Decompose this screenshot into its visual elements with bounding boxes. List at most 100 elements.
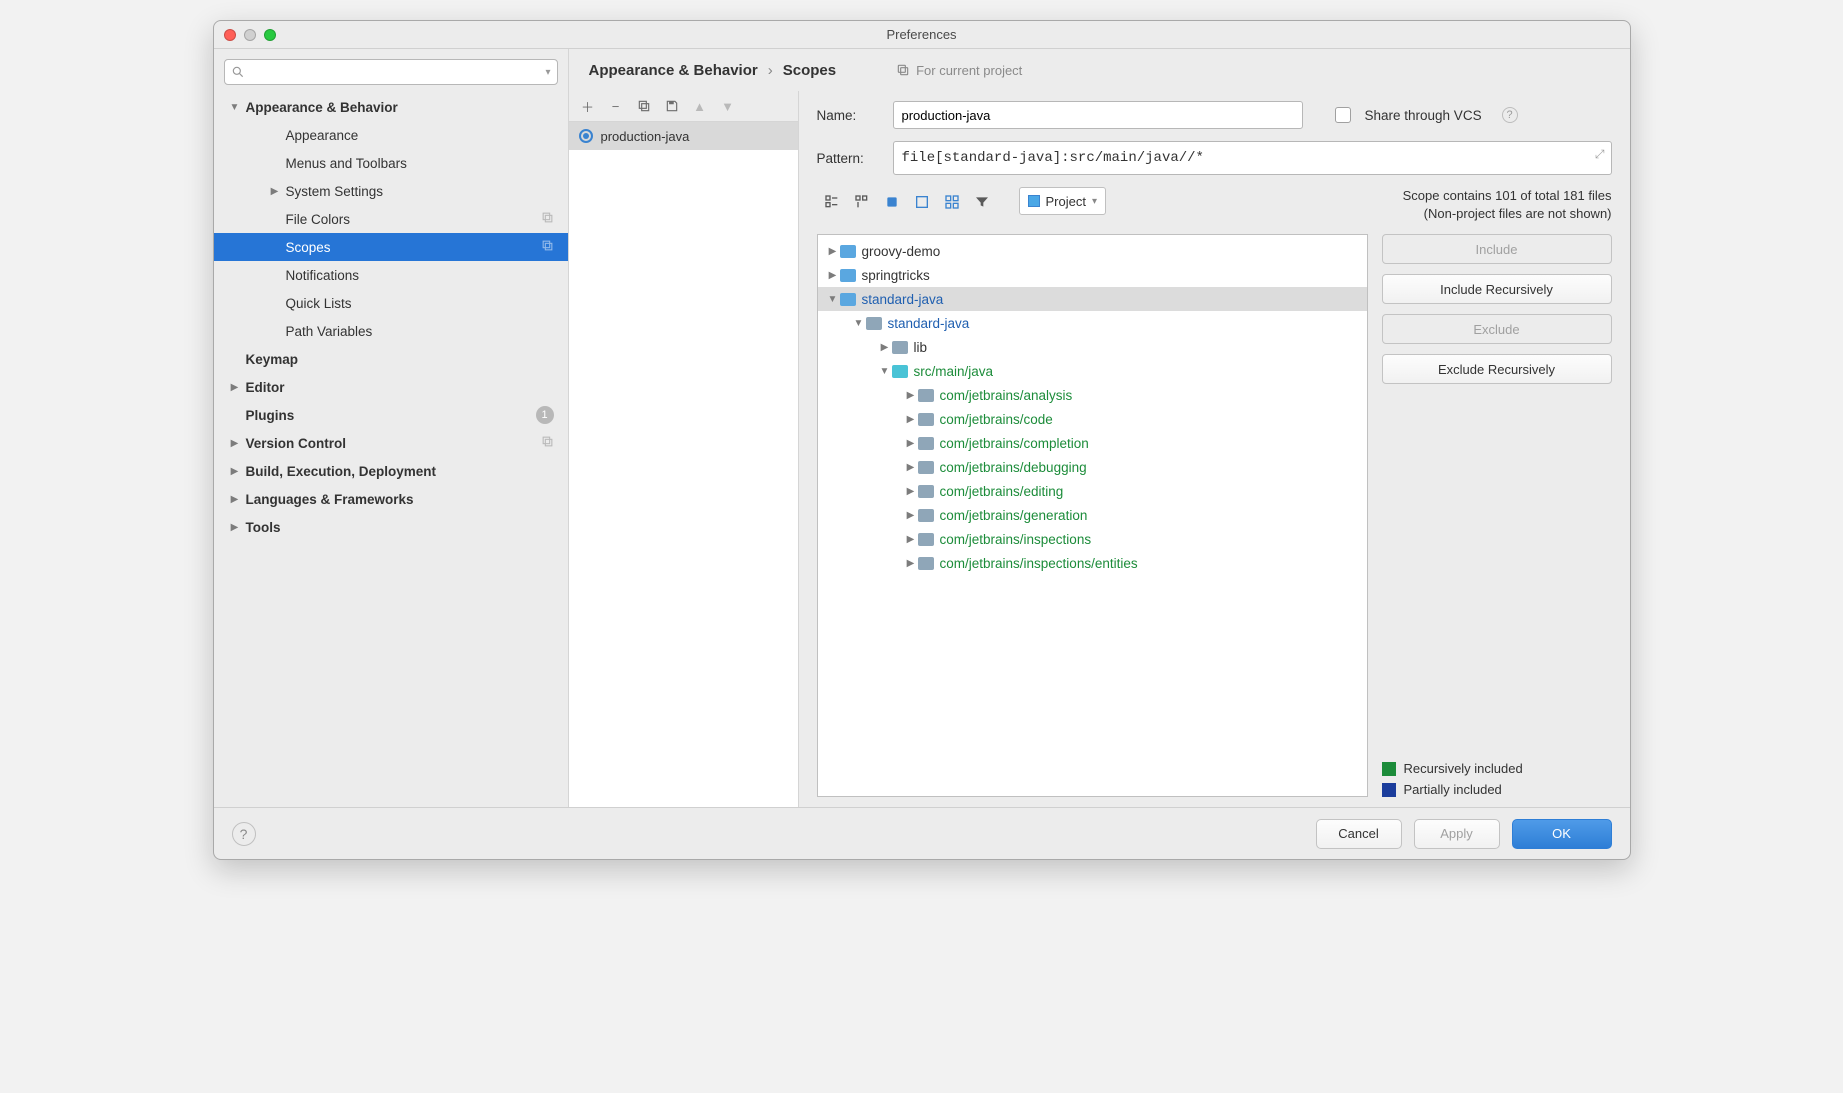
scope-item[interactable]: production-java	[569, 122, 798, 150]
tree-arrow-icon: ▶	[904, 414, 918, 425]
sidebar-item-notifications[interactable]: Notifications	[214, 261, 568, 289]
move-down-button: ▼	[719, 97, 737, 115]
legend-recursive: Recursively included	[1404, 761, 1523, 776]
file-tree-item[interactable]: ▶com/jetbrains/inspections	[818, 527, 1367, 551]
tree-arrow-icon: ▶	[230, 466, 240, 477]
sidebar-item-scopes[interactable]: Scopes	[214, 233, 568, 261]
minimize-icon[interactable]	[244, 29, 256, 41]
copy-button[interactable]	[635, 97, 653, 115]
expand-icon[interactable]: ⤢	[1595, 148, 1605, 162]
include-recursively-button[interactable]: Include Recursively	[1382, 274, 1612, 304]
file-tree-label: com/jetbrains/editing	[940, 484, 1064, 499]
name-input[interactable]	[893, 101, 1303, 129]
sidebar-item-label: System Settings	[286, 184, 384, 199]
sidebar-item-label: Notifications	[286, 268, 360, 283]
sidebar-item-plugins[interactable]: Plugins1	[214, 401, 568, 429]
search-field[interactable]	[249, 65, 546, 80]
file-tree-item[interactable]: ▶com/jetbrains/generation	[818, 503, 1367, 527]
file-tree-item[interactable]: ▶com/jetbrains/editing	[818, 479, 1367, 503]
search-icon	[231, 65, 245, 79]
add-button[interactable]: ＋	[579, 97, 597, 115]
file-tree-label: com/jetbrains/code	[940, 412, 1053, 427]
badge: 1	[536, 406, 554, 424]
sidebar-item-keymap[interactable]: Keymap	[214, 345, 568, 373]
expand-all-button[interactable]	[937, 187, 967, 217]
sidebar-item-appearance[interactable]: Appearance	[214, 121, 568, 149]
folder-icon	[918, 533, 934, 546]
scope-info-line2: (Non-project files are not shown)	[1403, 205, 1612, 223]
tree-arrow-icon: ▶	[230, 522, 240, 533]
legend-partial: Partially included	[1404, 782, 1502, 797]
file-tree-item[interactable]: ▶ com/jetbrains/code	[818, 407, 1367, 431]
dropdown-label: Project	[1046, 194, 1086, 209]
file-tree-label: standard-java	[862, 292, 944, 307]
sidebar-item-quick-lists[interactable]: Quick Lists	[214, 289, 568, 317]
folder-icon	[918, 557, 934, 570]
sidebar-item-path-variables[interactable]: Path Variables	[214, 317, 568, 345]
file-tree-item[interactable]: ▼src/main/java	[818, 359, 1367, 383]
file-tree-item[interactable]: ▼standard-java	[818, 311, 1367, 335]
sidebar-item-languages-frameworks[interactable]: ▶ Languages & Frameworks	[214, 485, 568, 513]
scopes-panel: ＋ − ▲ ▼ production	[569, 91, 799, 807]
tree-arrow-icon: ▶	[826, 270, 840, 281]
file-tree-item[interactable]: ▶com/jetbrains/inspections/entities	[818, 551, 1367, 575]
sidebar-item-appearance-behavior[interactable]: ▼Appearance & Behavior	[214, 93, 568, 121]
file-tree-item[interactable]: ▶groovy-demo	[818, 239, 1367, 263]
folder-icon	[866, 317, 882, 330]
help-icon[interactable]: ?	[1502, 107, 1518, 123]
file-tree-item[interactable]: ▼standard-java	[818, 287, 1367, 311]
save-button[interactable]	[663, 97, 681, 115]
scope-list: production-java	[569, 121, 798, 807]
exclude-recursively-button[interactable]: Exclude Recursively	[1382, 354, 1612, 384]
sidebar-item-label: Languages & Frameworks	[246, 492, 414, 507]
chevron-down-icon: ▾	[1092, 196, 1097, 207]
file-tree-item[interactable]: ▶lib	[818, 335, 1367, 359]
folder-icon	[918, 509, 934, 522]
file-tree-item[interactable]: ▶ springtricks	[818, 263, 1367, 287]
zoom-icon[interactable]	[264, 29, 276, 41]
ok-button[interactable]: OK	[1512, 819, 1612, 849]
dialog-footer: ? Cancel Apply OK	[214, 807, 1630, 859]
group-button[interactable]	[877, 187, 907, 217]
share-vcs-checkbox[interactable]	[1335, 107, 1351, 123]
sidebar-item-build-execution-deployment[interactable]: ▶Build, Execution, Deployment	[214, 457, 568, 485]
breadcrumb-root: Appearance & Behavior	[589, 62, 758, 79]
file-tree[interactable]: ▶groovy-demo▶springtricks▼standard-java▼…	[817, 234, 1368, 797]
tree-arrow-icon: ▶	[904, 438, 918, 449]
file-tree-item[interactable]: ▶com/jetbrains/debugging	[818, 455, 1367, 479]
tree-arrow-icon: ▶	[230, 438, 240, 449]
filter-button[interactable]	[967, 187, 997, 217]
bracket-icon	[914, 194, 930, 210]
sidebar-item-file-colors[interactable]: File Colors	[214, 205, 568, 233]
sidebar-item-version-control[interactable]: ▶Version Control	[214, 429, 568, 457]
legend-swatch-blue	[1382, 783, 1396, 797]
scope-item-label: production-java	[601, 129, 690, 144]
file-tree-label: springtricks	[862, 268, 930, 283]
scope-note-text: For current project	[916, 63, 1022, 78]
folder-icon	[918, 389, 934, 402]
remove-button[interactable]: −	[607, 97, 625, 115]
cancel-button[interactable]: Cancel	[1316, 819, 1402, 849]
show-files-button[interactable]	[817, 187, 847, 217]
scope-dropdown[interactable]: Project ▾	[1019, 187, 1107, 215]
tree-arrow-icon: ▶	[230, 494, 240, 505]
show-modules-button[interactable]	[907, 187, 937, 217]
close-icon[interactable]	[224, 29, 236, 41]
pattern-input[interactable]: file[standard-java]:src/main/java//* ⤢	[893, 141, 1612, 175]
search-input[interactable]: ▾	[224, 59, 558, 85]
compact-packages-button[interactable]	[847, 187, 877, 217]
filter-icon	[974, 194, 990, 210]
name-label: Name:	[817, 108, 879, 123]
chevron-down-icon: ▾	[545, 67, 550, 78]
file-tree-item[interactable]: ▶com/jetbrains/completion	[818, 431, 1367, 455]
file-tree-label: groovy-demo	[862, 244, 941, 259]
sidebar-item-tools[interactable]: ▶Tools	[214, 513, 568, 541]
help-button[interactable]: ?	[232, 822, 256, 846]
settings-sidebar: ▾ ▼Appearance & BehaviorAppearanceMenus …	[214, 49, 569, 807]
file-tree-item[interactable]: ▶com/jetbrains/analysis	[818, 383, 1367, 407]
legend: Recursively included Partially included	[1382, 755, 1612, 797]
sidebar-item-system-settings[interactable]: ▶System Settings	[214, 177, 568, 205]
sidebar-item-menus-and-toolbars[interactable]: Menus and Toolbars	[214, 149, 568, 177]
scope-local-icon	[579, 129, 593, 143]
sidebar-item-editor[interactable]: ▶Editor	[214, 373, 568, 401]
